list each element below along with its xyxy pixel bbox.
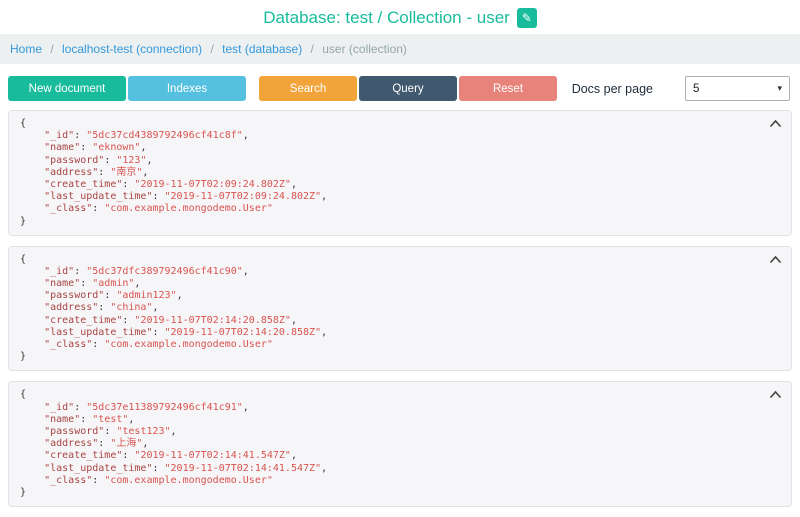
- document-json: { "_id": "5dc37dfc389792496cf41c90", "na…: [20, 253, 328, 363]
- document-panel: { "_id": "5dc37cd4389792496cf41c8f", "na…: [8, 110, 792, 236]
- docs-per-page-select[interactable]: 5 ▾: [685, 76, 790, 101]
- document-panel: { "_id": "5dc37e11389792496cf41c91", "na…: [8, 381, 792, 508]
- document-json: { "_id": "5dc37cd4389792496cf41c8f", "na…: [20, 118, 328, 227]
- indexes-button[interactable]: Indexes: [128, 76, 246, 101]
- collapse-document-button[interactable]: [767, 253, 784, 266]
- page-title: Database: test / Collection - user: [263, 8, 510, 27]
- breadcrumb-separator: /: [50, 42, 54, 56]
- caret-down-icon: ▾: [777, 83, 782, 93]
- collapse-document-button[interactable]: [767, 117, 784, 130]
- breadcrumb-database-link[interactable]: test (database): [222, 42, 302, 56]
- collapse-document-button[interactable]: [767, 388, 784, 401]
- breadcrumb-connection-link[interactable]: localhost-test (connection): [62, 42, 202, 56]
- document-panel: { "_id": "5dc37dfc389792496cf41c90", "na…: [8, 245, 792, 372]
- toolbar: New document Indexes Search Query Reset …: [8, 76, 792, 101]
- edit-collection-button[interactable]: ✎: [516, 8, 537, 28]
- page-header: Database: test / Collection - user ✎: [0, 0, 800, 34]
- breadcrumb-home-link[interactable]: Home: [10, 42, 42, 56]
- pencil-icon: ✎: [521, 11, 532, 25]
- breadcrumb-current-collection: user (collection): [322, 42, 407, 56]
- chevron-up-icon: [769, 255, 782, 263]
- breadcrumb: Home / localhost-test (connection) / tes…: [0, 34, 800, 64]
- document-json: { "_id": "5dc37e11389792496cf41c91", "na…: [20, 389, 328, 498]
- docs-per-page-value: 5: [693, 82, 700, 95]
- breadcrumb-separator: /: [310, 42, 314, 56]
- documents-list: { "_id": "5dc37cd4389792496cf41c8f", "na…: [8, 110, 792, 508]
- query-button[interactable]: Query: [359, 76, 457, 101]
- breadcrumb-separator: /: [210, 42, 214, 56]
- chevron-up-icon: [769, 391, 782, 399]
- search-button[interactable]: Search: [259, 76, 357, 101]
- new-document-button[interactable]: New document: [8, 76, 126, 101]
- reset-button[interactable]: Reset: [459, 76, 557, 101]
- chevron-up-icon: [769, 119, 782, 128]
- docs-per-page-label: Docs per page: [571, 81, 653, 96]
